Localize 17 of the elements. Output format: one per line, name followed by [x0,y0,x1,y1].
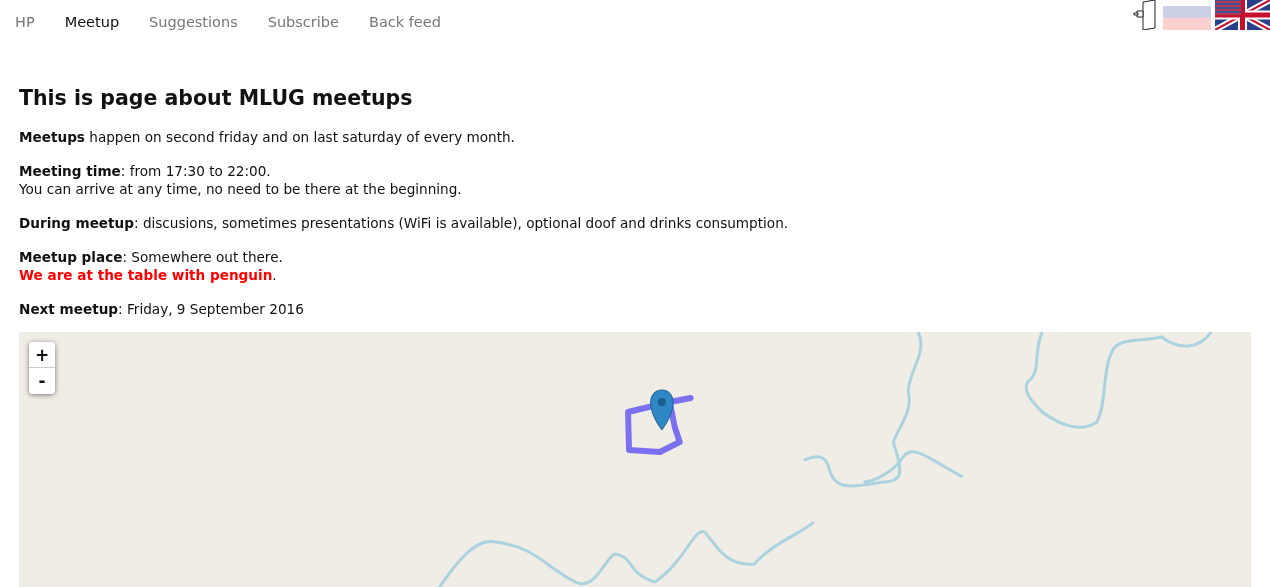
nav-link[interactable]: HP [0,0,50,44]
paragraph-text: You can arrive at any time, no need to be there at the beginning. [19,180,463,198]
nav-link[interactable]: Suggestions [134,0,253,44]
paragraph-text: During meetup: discusions, sometimes presentations (WiFi is available), optional doof and drinks consumption. [19,214,790,232]
paragraph-text: Meetups happen on second friday and on last saturday of every month. [19,128,516,146]
zoom-out-button[interactable]: - [29,368,55,394]
paragraph-text: Next meetup: Friday, 9 September 2016 [19,300,305,318]
paragraph-text: Meeting time: from 17:30 to 22:00. [19,162,272,180]
nav-link[interactable]: Back feed [353,0,456,44]
door-icon[interactable] [1133,0,1159,30]
notice-text: We are at the table with penguin. [19,266,278,284]
nav-link[interactable]: Meetup [49,0,135,44]
flag-icon[interactable] [1215,0,1270,30]
paragraph-text: Meetup place: Somewhere out there. [19,248,284,266]
nav-link[interactable]: Subscribe [252,0,354,44]
zoom-in-button[interactable]: + [29,342,55,368]
page-heading: This is page about MLUG meetups [19,85,414,112]
